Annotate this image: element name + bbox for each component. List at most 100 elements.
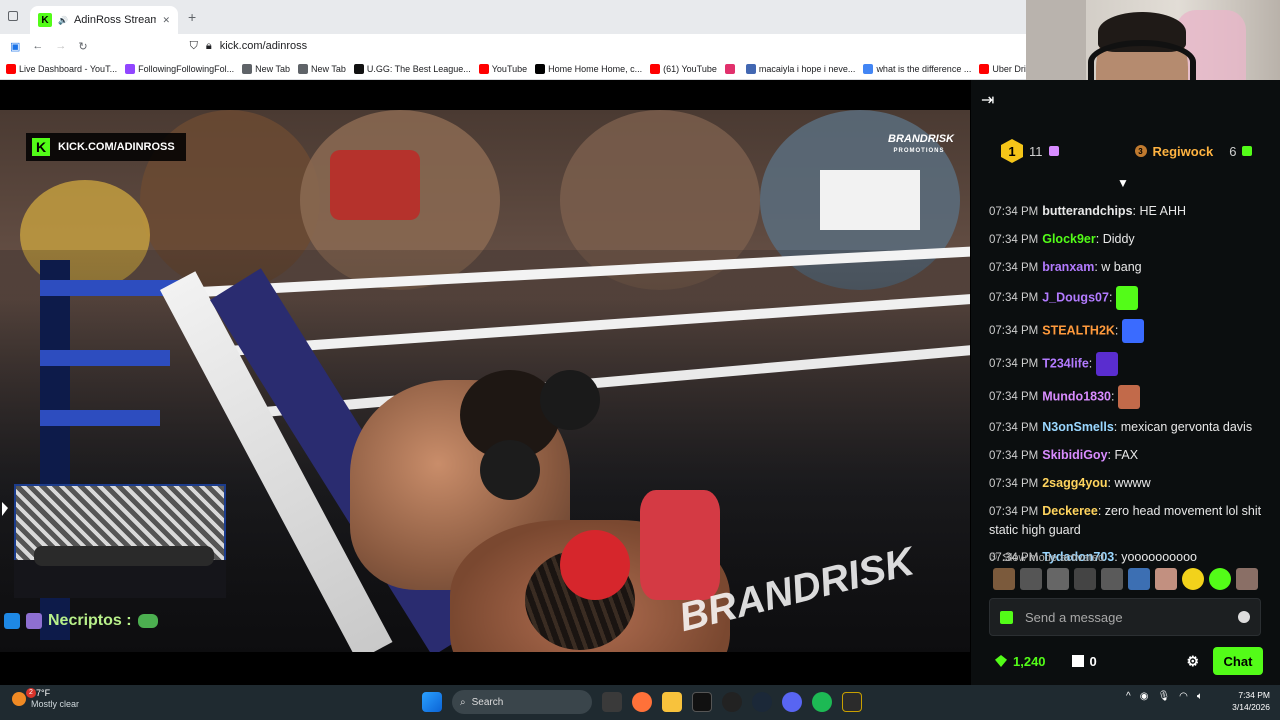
lock-icon[interactable]: 🔒︎ [206, 40, 212, 53]
weather-widget[interactable]: 2 67°F Mostly clear [12, 688, 79, 710]
chat-settings-gear-icon[interactable]: ⚙ [1186, 653, 1199, 670]
chat-emote-icon[interactable] [1115, 286, 1138, 310]
slow-mode-text: Slow mode activated [1002, 551, 1105, 564]
file-explorer-icon[interactable] [662, 692, 682, 712]
message-username[interactable]: Mundo1830 [1042, 389, 1111, 403]
audio-playing-icon[interactable]: 🔊 [58, 16, 68, 25]
shield-icon[interactable]: ⛉ [190, 40, 198, 53]
message-username[interactable]: N3onSmells [1042, 420, 1114, 434]
windows-start-icon[interactable] [422, 692, 442, 712]
message-username[interactable]: branxam [1042, 260, 1094, 274]
bookmark-favicon-icon [724, 63, 735, 74]
chat-emote-icon[interactable] [1095, 352, 1118, 376]
collections-icon[interactable]: ▣ [10, 40, 20, 53]
taskbar-search[interactable]: ⌕ Search [452, 690, 592, 714]
message-timestamp: 07:34 PM [989, 325, 1039, 338]
bookmark-item[interactable]: New Tab [242, 63, 290, 74]
capcut-icon[interactable] [692, 692, 712, 712]
boxing-glove [540, 370, 600, 430]
bookmark-item[interactable]: macaiyla i hope i neve... [745, 63, 855, 74]
firefox-icon[interactable] [632, 692, 652, 712]
chat-emote-icon[interactable] [1117, 385, 1140, 409]
bookmark-item[interactable] [724, 63, 738, 74]
rank-third-name[interactable]: Regiwock [1153, 144, 1214, 159]
forward-icon[interactable]: → [55, 40, 66, 52]
collapse-chat-icon[interactable]: ⇥ [981, 90, 994, 110]
expand-pinned-icon[interactable]: ▼ [1117, 176, 1129, 190]
emote-icon[interactable] [1128, 568, 1150, 590]
emote-icon[interactable] [1236, 568, 1258, 590]
discord-icon[interactable] [782, 692, 802, 712]
message-username[interactable]: Deckeree [1042, 504, 1098, 518]
bookmark-item[interactable]: YouTube [478, 63, 528, 74]
emoji-picker-icon[interactable] [1238, 611, 1250, 623]
emote-icon[interactable] [1074, 568, 1096, 590]
obs-icon[interactable] [722, 692, 742, 712]
message-username[interactable]: butterandchips [1042, 204, 1132, 218]
kick-app-icon[interactable] [842, 692, 862, 712]
address-bar[interactable]: ⛉ 🔒︎ kick.com/adinross [100, 35, 1020, 57]
task-view-icon[interactable] [602, 692, 622, 712]
steam-icon[interactable] [752, 692, 772, 712]
bookmark-label: New Tab [310, 63, 346, 74]
message-text: FAX [1114, 448, 1139, 462]
message-username[interactable]: J_Dougs07 [1042, 290, 1109, 304]
bookmark-item[interactable]: New Tab [297, 63, 346, 74]
tab-actions-icon[interactable] [8, 11, 18, 21]
back-icon[interactable]: ← [32, 40, 43, 52]
bookmark-item[interactable]: FollowingFollowingFol... [125, 63, 234, 74]
chat-emote-icon[interactable] [1121, 319, 1144, 343]
emote-icon[interactable] [1182, 568, 1204, 590]
url-text[interactable]: kick.com/adinross [220, 40, 307, 52]
mural-shorts [820, 170, 920, 230]
reload-icon[interactable]: ↻ [78, 40, 87, 53]
chat-input-placeholder[interactable]: Send a message [1025, 610, 1123, 625]
emote-icon[interactable] [993, 568, 1015, 590]
chat-messages: 07:34 PM butterandchips: HE AHH 07:34 PM Gl… [989, 202, 1273, 576]
bookmark-item[interactable]: Uber Driver Tells Asian... [979, 63, 1030, 74]
sponsor-name: BRANDRISK [888, 133, 954, 145]
bookmark-label: U.GG: The Best League... [366, 63, 471, 74]
bookmark-item[interactable]: Live Dashboard - YouT... [6, 63, 117, 74]
channel-points[interactable]: 1,240 [1013, 654, 1046, 669]
show-hidden-icons-chevron-icon[interactable]: ^ [1126, 691, 1131, 702]
bookmark-item[interactable]: Home Home Home, c... [535, 63, 642, 74]
chat-message: 07:34 PM 2sagg4you: wwww [989, 474, 1273, 493]
microphone-icon[interactable]: 🎙︎ [1157, 691, 1170, 702]
chat-message-input[interactable]: Send a message [989, 598, 1261, 636]
message-username[interactable]: 2sagg4you [1042, 476, 1107, 490]
send-chat-button[interactable]: Chat [1213, 647, 1263, 675]
weather-icon [12, 692, 26, 706]
bookmark-item[interactable]: U.GG: The Best League... [353, 63, 471, 74]
taskbar-clock[interactable]: 7:34 PM 3/14/2026 [1226, 689, 1270, 713]
gift-icon[interactable] [1000, 610, 1013, 624]
tab-close-icon[interactable]: ✕ [162, 15, 170, 26]
bookmark-favicon-icon [979, 63, 990, 74]
bookmark-item[interactable]: what is the difference ... [863, 63, 971, 74]
message-username[interactable]: Glock9er [1042, 232, 1096, 246]
new-tab-button[interactable]: + [188, 9, 196, 25]
message-username[interactable]: SkibidiGoy [1042, 448, 1107, 462]
emote-icon[interactable] [1155, 568, 1177, 590]
message-username[interactable]: T234life [1042, 356, 1089, 370]
message-username[interactable]: STEALTH2K [1042, 323, 1115, 337]
emote-icon[interactable] [1020, 568, 1042, 590]
emote-icon[interactable] [1101, 568, 1123, 590]
boxing-glove [480, 440, 540, 500]
bookmark-label: YouTube [491, 63, 528, 74]
network-icon[interactable]: ◉ [1140, 691, 1149, 702]
fighter-shorts [640, 490, 720, 600]
bookmark-favicon-icon [745, 63, 756, 74]
volume-icon[interactable]: 🔈︎ [1197, 691, 1203, 702]
bookmark-item[interactable]: (61) YouTube [650, 63, 717, 74]
emote-icon[interactable] [1209, 568, 1231, 590]
slow-mode-icon: ⏲ [989, 551, 998, 563]
wifi-icon[interactable]: ◠ [1179, 691, 1188, 702]
spotify-icon[interactable] [812, 692, 832, 712]
message-text: mexican gervonta davis [1120, 420, 1253, 434]
bookmark-favicon-icon [478, 63, 489, 74]
bookmark-favicon-icon [6, 63, 16, 74]
store-icon[interactable] [1071, 655, 1084, 667]
emote-icon[interactable] [1047, 568, 1069, 590]
tab-adinross-stream[interactable]: K 🔊 AdinRoss Stream - Watch L ✕ [30, 6, 178, 34]
